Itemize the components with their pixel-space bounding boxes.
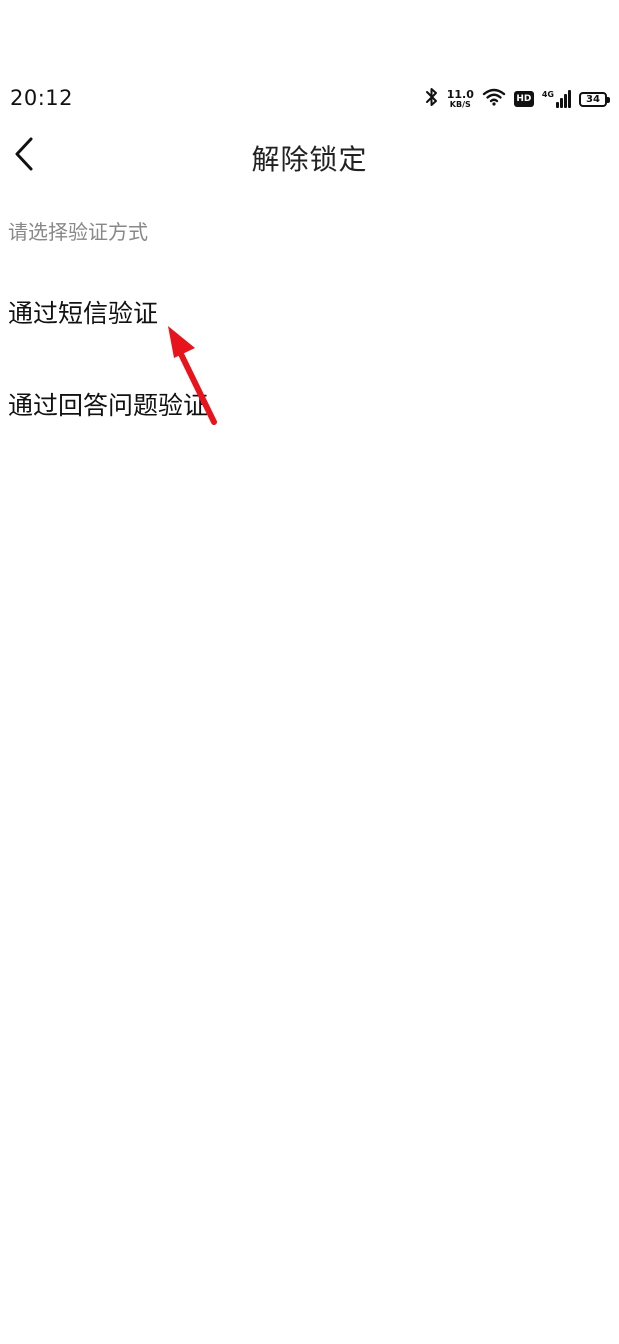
battery-icon: 34 (579, 91, 610, 107)
page-title: 解除锁定 (251, 143, 368, 176)
security-question-verification-option[interactable]: 通过回答问题验证 (8, 386, 208, 422)
hd-icon: HD (513, 91, 534, 107)
signal-icon: 4G (542, 90, 571, 108)
bluetooth-icon (425, 87, 439, 111)
network-speed: 11.0 KB/S (447, 89, 474, 109)
wifi-icon (482, 87, 506, 111)
status-icons: 11.0 KB/S HD 4G 34 (425, 86, 610, 112)
network-speed-value: 11.0 (446, 88, 474, 101)
network-speed-unit: KB/S (449, 100, 471, 109)
status-bar: 20:12 11.0 KB/S HD 4G 34 (0, 80, 619, 118)
verification-method-hint: 请选择验证方式 (8, 220, 148, 244)
signal-label: 4G (541, 90, 554, 99)
header: 解除锁定 (0, 128, 619, 184)
battery-level: 34 (586, 93, 600, 105)
sms-verification-option[interactable]: 通过短信验证 (8, 294, 158, 330)
status-time: 20:12 (10, 86, 74, 110)
